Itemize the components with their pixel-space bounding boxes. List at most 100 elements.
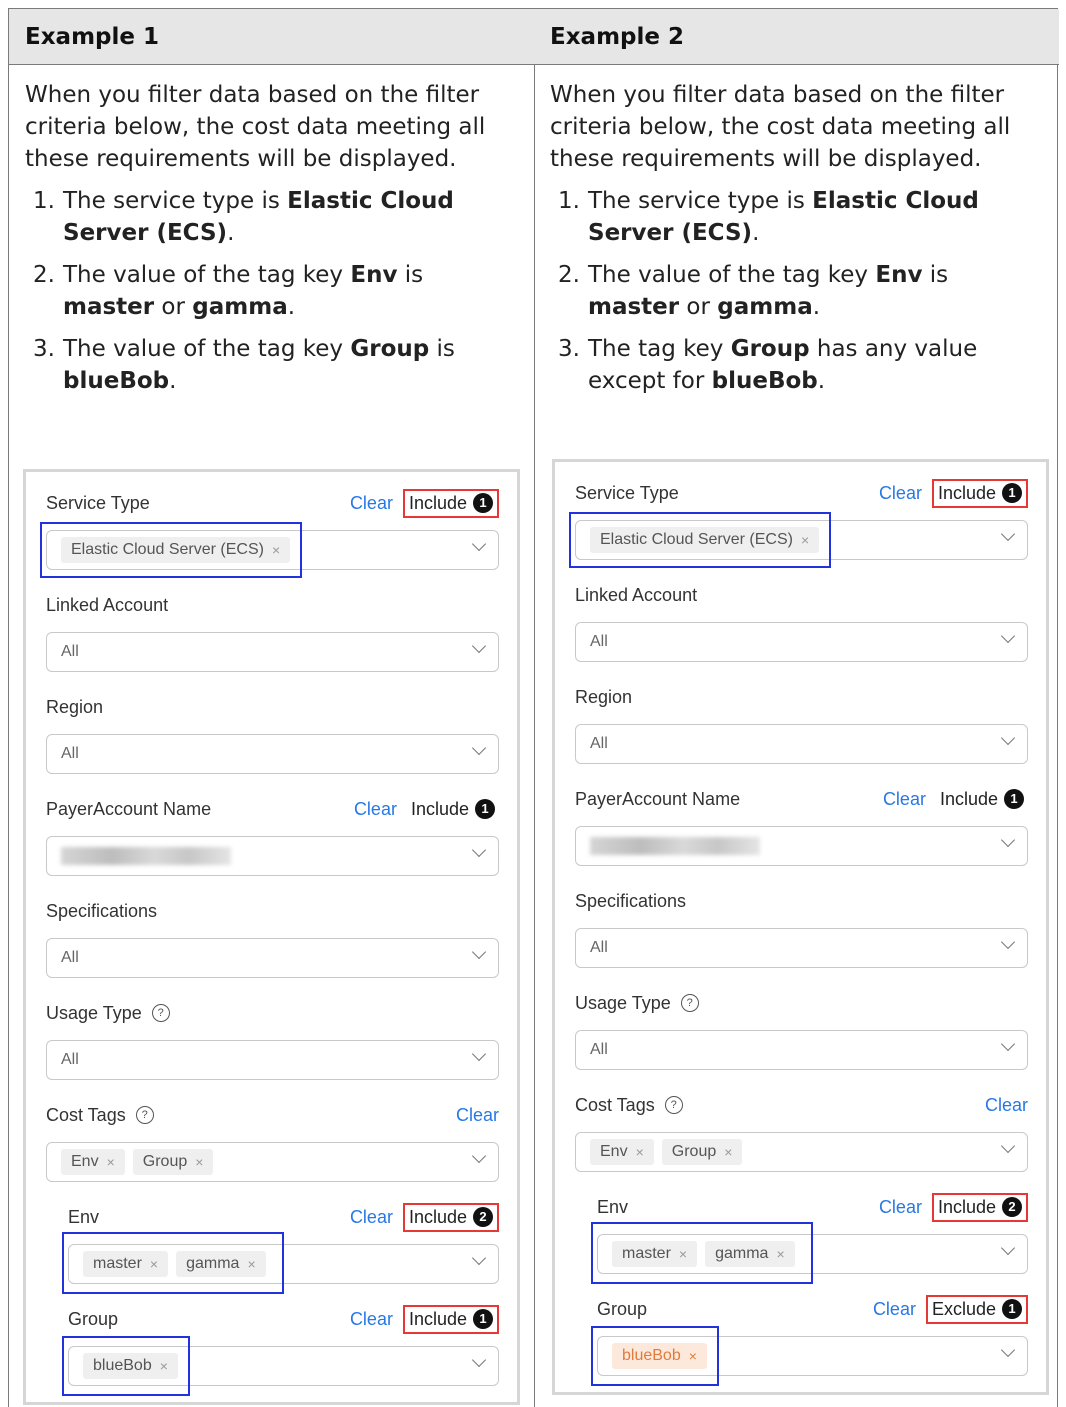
- count-badge: 1: [1002, 483, 1022, 503]
- chevron-down-icon: [1000, 934, 1016, 950]
- cost-tags-label: Cost Tags: [575, 1094, 655, 1115]
- chevron-down-icon: [471, 842, 487, 858]
- env-include-toggle[interactable]: Include 2: [402, 1202, 499, 1232]
- example-2-column: Example 2 When you filter data based on …: [534, 9, 1059, 1407]
- chevron-down-icon: [471, 536, 487, 552]
- payer-account-row: PayerAccount Name Clear Include 1: [46, 792, 499, 826]
- example-1-intro: When you filter data based on the filter…: [25, 82, 486, 172]
- remove-icon[interactable]: ×: [724, 1144, 732, 1160]
- payer-account-select[interactable]: [46, 836, 499, 876]
- service-type-row: Service Type Clear Include 1: [46, 486, 499, 520]
- service-type-clear-link[interactable]: Clear: [879, 483, 922, 504]
- usage-type-select[interactable]: All: [575, 1030, 1028, 1070]
- payer-account-include-toggle[interactable]: Include 1: [936, 787, 1028, 812]
- requirement-item: 2. The value of the tag key Env is master…: [558, 262, 949, 320]
- example-2-intro: When you filter data based on the filter…: [550, 82, 1011, 172]
- linked-account-select[interactable]: All: [575, 622, 1028, 662]
- cost-tags-select[interactable]: Env × Group ×: [575, 1132, 1028, 1172]
- requirement-item: 1. The service type is Elastic Cloud Serv…: [558, 188, 979, 246]
- cost-tags-row: Cost Tags ? Clear: [575, 1088, 1028, 1122]
- cost-tags-clear-link[interactable]: Clear: [456, 1105, 499, 1126]
- chevron-down-icon: [1000, 526, 1016, 542]
- cost-tags-row: Cost Tags ? Clear: [46, 1098, 499, 1132]
- service-type-label: Service Type: [46, 492, 150, 513]
- chevron-down-icon: [471, 1046, 487, 1062]
- usage-type-row: Usage Type ?: [46, 996, 499, 1030]
- help-icon[interactable]: ?: [151, 1004, 170, 1022]
- specifications-label: Specifications: [46, 900, 158, 921]
- count-badge: 1: [473, 1309, 493, 1329]
- help-icon[interactable]: ?: [680, 994, 699, 1012]
- payer-account-row: PayerAccount Name Clear Include 1: [575, 782, 1028, 816]
- specifications-label: Specifications: [575, 890, 687, 911]
- blurred-account-name: [590, 837, 760, 855]
- example-1-column: Example 1 When you filter data based on …: [9, 9, 535, 1407]
- linked-account-select[interactable]: All: [46, 632, 499, 672]
- count-badge: 1: [475, 799, 495, 819]
- cost-tags-label: Cost Tags: [46, 1104, 126, 1125]
- payer-account-include-toggle[interactable]: Include 1: [407, 797, 499, 822]
- payer-account-clear-link[interactable]: Clear: [354, 799, 397, 820]
- count-badge: 1: [473, 493, 493, 513]
- group-exclude-toggle[interactable]: Exclude 1: [925, 1294, 1028, 1324]
- chevron-down-icon: [471, 944, 487, 960]
- remove-icon[interactable]: ×: [195, 1154, 203, 1170]
- highlight-box: [62, 1232, 284, 1294]
- cost-tags-select[interactable]: Env × Group ×: [46, 1142, 499, 1182]
- specifications-select[interactable]: All: [46, 938, 499, 978]
- linked-account-label: Linked Account: [46, 594, 169, 615]
- usage-type-label: Usage Type: [46, 1002, 142, 1023]
- group-row: Group Clear Include 1: [68, 1302, 499, 1336]
- env-include-toggle[interactable]: Include 2: [931, 1192, 1028, 1222]
- group-include-toggle[interactable]: Include 1: [402, 1304, 499, 1334]
- tag-chip[interactable]: Env ×: [590, 1139, 654, 1165]
- group-clear-link[interactable]: Clear: [873, 1299, 916, 1320]
- remove-icon[interactable]: ×: [107, 1154, 115, 1170]
- requirement-item: 2. The value of the tag key Env is master…: [33, 262, 424, 320]
- tag-chip[interactable]: Env ×: [61, 1149, 125, 1175]
- remove-icon[interactable]: ×: [636, 1144, 644, 1160]
- examples-table: Example 1 When you filter data based on …: [8, 8, 1059, 1407]
- count-badge: 2: [1002, 1197, 1022, 1217]
- count-badge: 1: [1004, 789, 1024, 809]
- help-icon[interactable]: ?: [135, 1106, 154, 1124]
- payer-account-select[interactable]: [575, 826, 1028, 866]
- env-clear-link[interactable]: Clear: [350, 1207, 393, 1228]
- env-label: Env: [597, 1196, 629, 1217]
- group-label: Group: [597, 1298, 648, 1319]
- requirement-item: 1. The service type is Elastic Cloud Serv…: [33, 188, 454, 246]
- chevron-down-icon: [1000, 628, 1016, 644]
- group-clear-link[interactable]: Clear: [350, 1309, 393, 1330]
- chevron-down-icon: [1000, 1036, 1016, 1052]
- payer-account-clear-link[interactable]: Clear: [883, 789, 926, 810]
- region-row: Region: [46, 690, 499, 724]
- help-icon[interactable]: ?: [664, 1096, 683, 1114]
- group-label: Group: [68, 1308, 119, 1329]
- env-label: Env: [68, 1206, 100, 1227]
- example-1-heading: Example 1: [9, 9, 534, 65]
- highlight-box: [569, 512, 831, 568]
- linked-account-row: Linked Account: [575, 578, 1028, 612]
- usage-type-select[interactable]: All: [46, 1040, 499, 1080]
- count-badge: 2: [473, 1207, 493, 1227]
- requirement-item: 3. The value of the tag key Group is blue…: [33, 336, 455, 394]
- region-select[interactable]: All: [575, 724, 1028, 764]
- usage-type-row: Usage Type ?: [575, 986, 1028, 1020]
- cost-tags-clear-link[interactable]: Clear: [985, 1095, 1028, 1116]
- tag-chip[interactable]: Group ×: [661, 1139, 743, 1165]
- service-type-clear-link[interactable]: Clear: [350, 493, 393, 514]
- payer-account-label: PayerAccount Name: [46, 798, 212, 819]
- env-row: Env Clear Include 2: [68, 1200, 499, 1234]
- service-type-include-toggle[interactable]: Include 1: [931, 478, 1028, 508]
- tag-chip[interactable]: Group ×: [132, 1149, 214, 1175]
- env-row: Env Clear Include 2: [597, 1190, 1028, 1224]
- service-type-include-toggle[interactable]: Include 1: [402, 488, 499, 518]
- example-1-requirements: 1. The service type is Elastic Cloud Serv…: [25, 185, 518, 397]
- specifications-select[interactable]: All: [575, 928, 1028, 968]
- highlight-box: [62, 1336, 190, 1396]
- region-select[interactable]: All: [46, 734, 499, 774]
- region-label: Region: [46, 696, 104, 717]
- specifications-row: Specifications: [46, 894, 499, 928]
- env-clear-link[interactable]: Clear: [879, 1197, 922, 1218]
- highlight-box: [591, 1222, 813, 1284]
